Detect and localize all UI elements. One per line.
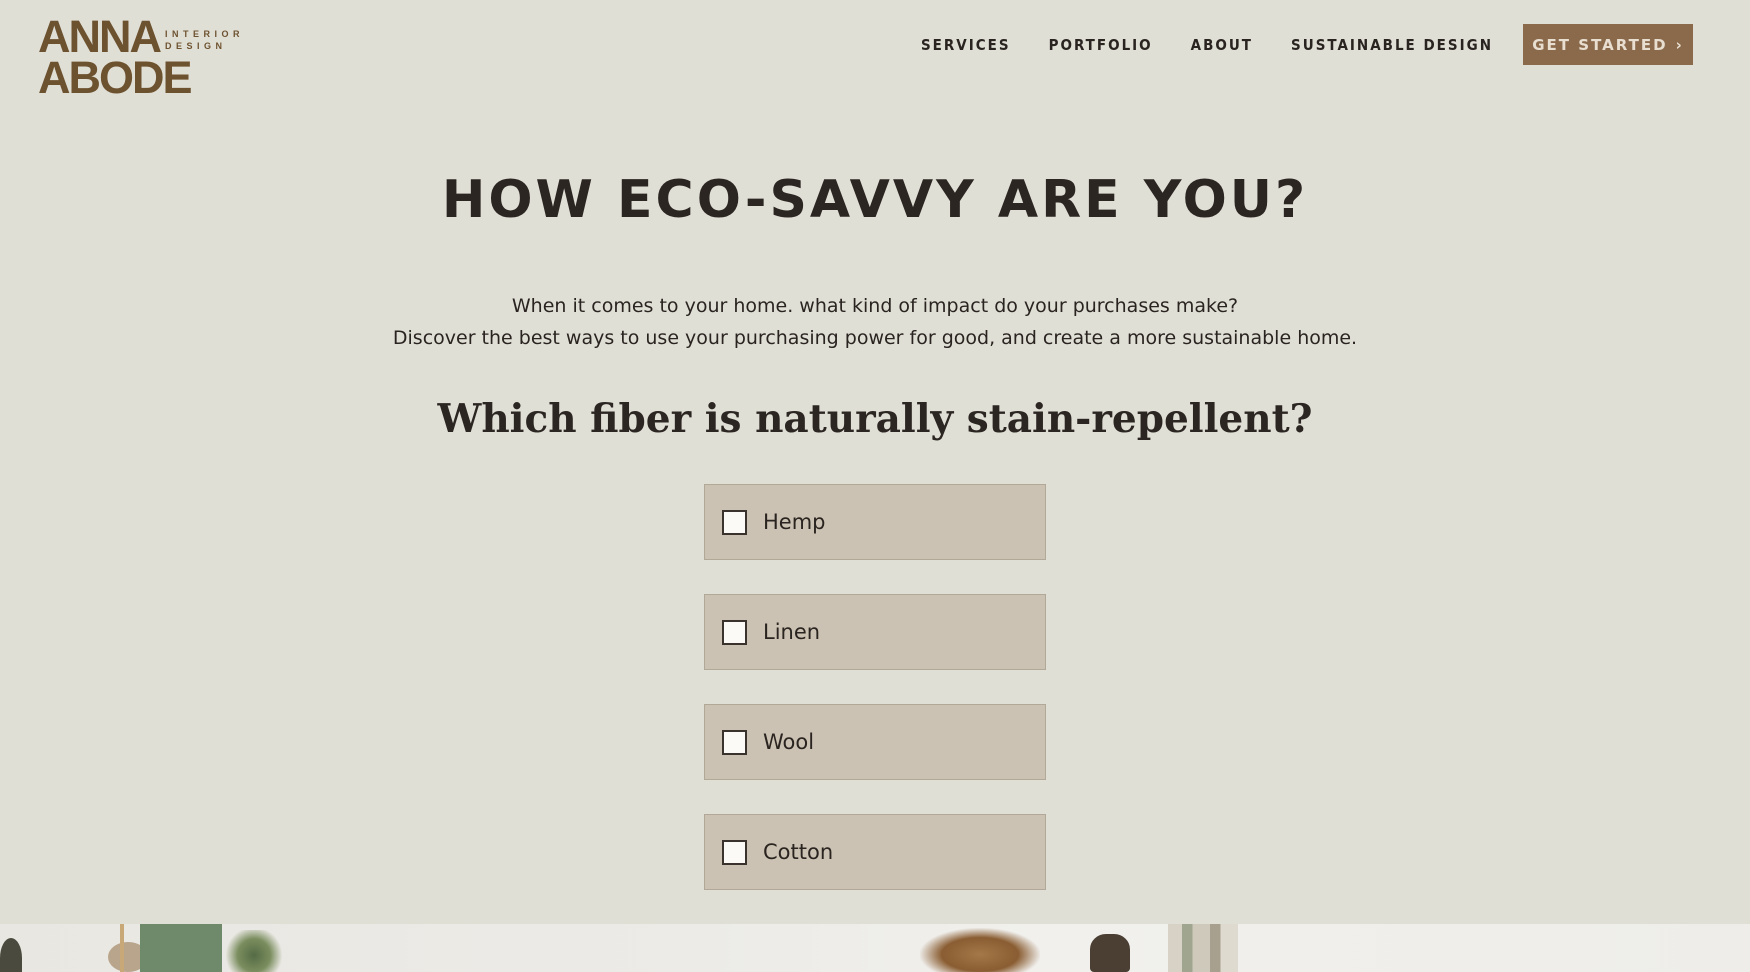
quiz-question: Which fiber is naturally stain-repellent…	[437, 396, 1313, 442]
option-hemp[interactable]: Hemp	[704, 484, 1046, 560]
page-title: HOW ECO-SAVVY ARE YOU?	[441, 170, 1309, 230]
checkbox[interactable]	[722, 839, 747, 865]
intro-text: When it comes to your home. what kind of…	[0, 290, 1750, 354]
option-label: Cotton	[763, 840, 834, 864]
option-label: Wool	[763, 730, 815, 754]
painting-shape	[140, 924, 222, 972]
nav-portfolio[interactable]: PORTFOLIO	[1049, 36, 1153, 54]
nav-services[interactable]: SERVICES	[921, 36, 1011, 54]
nav-about[interactable]: ABOUT	[1191, 36, 1253, 54]
main-nav: SERVICES PORTFOLIO ABOUT SUSTAINABLE DES…	[921, 24, 1693, 65]
nav-sustainable-design[interactable]: SUSTAINABLE DESIGN	[1291, 36, 1493, 54]
intro-line-2: Discover the best ways to use your purch…	[392, 327, 1358, 349]
answer-options: Hemp Linen Wool Cotton	[704, 484, 1046, 924]
option-linen[interactable]: Linen	[704, 594, 1046, 670]
checkbox[interactable]	[722, 509, 747, 535]
get-started-button[interactable]: GET STARTED ›	[1523, 24, 1693, 65]
intro-line-1: When it comes to your home. what kind of…	[511, 295, 1239, 317]
logo[interactable]: ANNA ABODE INTERIOR DESIGN	[38, 14, 270, 100]
get-started-label: GET STARTED	[1532, 35, 1668, 54]
driftwood-shape	[920, 928, 1040, 972]
option-wool[interactable]: Wool	[704, 704, 1046, 780]
checkbox[interactable]	[722, 619, 747, 645]
books-shape	[1168, 924, 1238, 972]
option-label: Hemp	[763, 510, 826, 534]
page: ANNA ABODE INTERIOR DESIGN SERVICES PORT…	[0, 0, 1750, 972]
logo-tagline: INTERIOR DESIGN	[165, 29, 245, 51]
chevron-right-icon: ›	[1675, 35, 1684, 54]
frame-shape	[120, 924, 124, 972]
option-label: Linen	[763, 620, 821, 644]
checkbox[interactable]	[722, 729, 747, 755]
site-header: ANNA ABODE INTERIOR DESIGN SERVICES PORT…	[0, 0, 1750, 110]
interior-photo-strip	[0, 924, 1750, 972]
option-cotton[interactable]: Cotton	[704, 814, 1046, 890]
vase-shape	[0, 938, 22, 972]
pot-shape	[1090, 934, 1130, 972]
plant-leaves-shape	[222, 930, 286, 972]
